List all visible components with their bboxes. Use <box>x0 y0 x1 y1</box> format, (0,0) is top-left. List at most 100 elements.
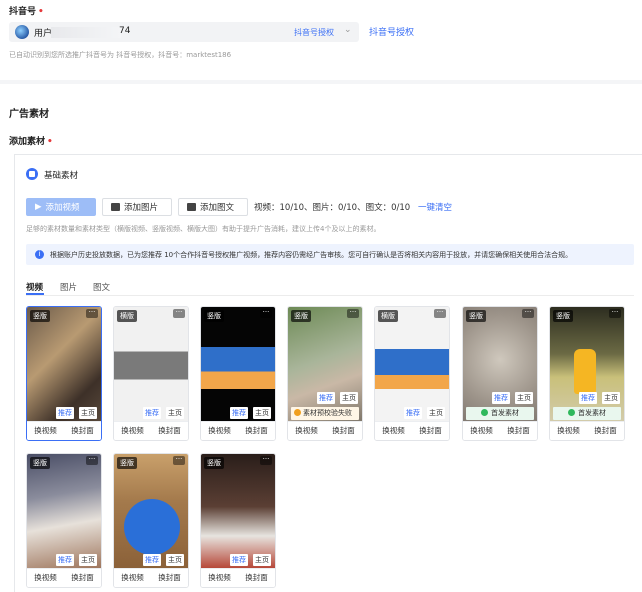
replace-video-button[interactable]: 换视频 <box>27 569 64 587</box>
orientation-badge: 横版 <box>378 310 398 322</box>
account-auth-tag: 抖音号授权 <box>294 28 334 37</box>
more-icon[interactable]: ··· <box>347 309 359 318</box>
replace-video-button[interactable]: 换视频 <box>114 422 151 440</box>
more-icon[interactable]: ··· <box>260 456 272 465</box>
card-actions: 换视频 换封面 <box>27 421 101 440</box>
account-name-redacted <box>51 27 121 38</box>
section-title: 广告素材 <box>9 109 49 120</box>
video-card[interactable]: 竖版 ··· 推荐 主页 换视频 换封面 <box>200 306 276 441</box>
home-tag: 主页 <box>79 554 97 566</box>
clear-all-link[interactable]: 一键清空 <box>418 201 452 213</box>
video-card[interactable]: 横版 ··· 推荐 主页 换视频 换封面 <box>113 306 189 441</box>
orientation-badge: 竖版 <box>204 310 224 322</box>
more-icon[interactable]: ··· <box>522 309 534 318</box>
home-tag: 主页 <box>427 407 445 419</box>
add-image-text-button[interactable]: 添加图文 <box>178 198 248 216</box>
recommend-notice: i 根据账户历史投放数据，已为您推荐 10个合作抖音号授权推广视频，推荐内容仍需… <box>26 244 634 265</box>
replace-cover-button[interactable]: 换封面 <box>325 422 362 440</box>
video-card[interactable]: 竖版 ··· 推荐 主页 换视频 换封面 <box>26 306 102 441</box>
more-icon[interactable]: ··· <box>86 309 98 318</box>
replace-cover-button[interactable]: 换封面 <box>500 422 537 440</box>
tab-image[interactable]: 图片 <box>60 281 77 293</box>
video-card[interactable]: 竖版 ··· 推荐 主页 首发素材 换视频 换封面 <box>462 306 538 441</box>
bottle-thumbnail-object <box>574 349 596 394</box>
recommend-tag: 推荐 <box>143 554 161 566</box>
first-release-status: 首发素材 <box>466 407 534 420</box>
add-material-label: 添加素材 • <box>9 137 53 147</box>
replace-video-button[interactable]: 换视频 <box>201 569 238 587</box>
replace-video-button[interactable]: 换视频 <box>201 422 238 440</box>
home-tag: 主页 <box>79 407 97 419</box>
video-card[interactable]: 竖版 ··· 推荐 主页 换视频 换封面 <box>26 453 102 588</box>
card-actions: 换视频 换封面 <box>201 568 275 587</box>
replace-video-button[interactable]: 换视频 <box>550 422 587 440</box>
plane-thumbnail-object <box>124 499 180 555</box>
material-hint: 足够的素材数量和素材类型（横版视频、竖版视频、横版大图）有助于提升广告消耗，建议… <box>26 225 381 233</box>
replace-video-button[interactable]: 换视频 <box>463 422 500 440</box>
precheck-failed-status: 素材预校验失败 <box>291 407 359 420</box>
video-card[interactable]: 竖版 ··· 推荐 主页 换视频 换封面 <box>200 453 276 588</box>
replace-cover-button[interactable]: 换封面 <box>412 422 449 440</box>
card-actions: 换视频 换封面 <box>550 421 624 440</box>
home-tag: 主页 <box>166 407 184 419</box>
card-actions: 换视频 换封面 <box>463 421 537 440</box>
video-card[interactable]: 竖版 ··· 推荐 主页 素材预校验失败 换视频 换封面 <box>287 306 363 441</box>
replace-cover-button[interactable]: 换封面 <box>64 422 101 440</box>
card-actions: 换视频 换封面 <box>114 421 188 440</box>
first-release-status: 首发素材 <box>553 407 621 420</box>
orientation-badge: 竖版 <box>30 457 50 469</box>
recommend-tag: 推荐 <box>56 407 74 419</box>
folder-icon <box>187 203 196 211</box>
tabs-divider <box>26 295 634 296</box>
card-actions: 换视频 换封面 <box>27 568 101 587</box>
add-image-button[interactable]: 添加图片 <box>102 198 172 216</box>
tab-active-indicator <box>26 293 44 295</box>
add-video-button[interactable]: ▶ 添加视频 <box>26 198 96 216</box>
orientation-badge: 竖版 <box>553 310 573 322</box>
orientation-badge: 竖版 <box>117 457 137 469</box>
account-name-suffix: 74 <box>119 26 131 36</box>
orientation-badge: 竖版 <box>291 310 311 322</box>
video-card[interactable]: 竖版 ··· 推荐 主页 首发素材 换视频 换封面 <box>549 306 625 441</box>
video-card[interactable]: 竖版 ··· 推荐 主页 换视频 换封面 <box>113 453 189 588</box>
recommend-tag: 推荐 <box>230 407 248 419</box>
tab-video[interactable]: 视频 <box>26 281 43 293</box>
home-tag: 主页 <box>515 392 533 404</box>
recommend-tag: 推荐 <box>143 407 161 419</box>
video-card[interactable]: 横版 ··· 推荐 主页 换视频 换封面 <box>374 306 450 441</box>
account-hint: 已自动识别到您所选推广抖音号为 抖音号授权，抖音号：marktest186 <box>9 51 232 59</box>
recommend-tag: 推荐 <box>230 554 248 566</box>
replace-cover-button[interactable]: 换封面 <box>587 422 624 440</box>
more-icon[interactable]: ··· <box>86 456 98 465</box>
card-actions: 换视频 换封面 <box>288 421 362 440</box>
recommend-tag: 推荐 <box>317 392 335 404</box>
replace-cover-button[interactable]: 换封面 <box>151 422 188 440</box>
recommend-tag: 推荐 <box>492 392 510 404</box>
more-icon[interactable]: ··· <box>173 309 185 318</box>
more-icon[interactable]: ··· <box>609 309 621 318</box>
home-tag: 主页 <box>602 392 620 404</box>
account-name-prefix: 用户 <box>34 29 53 39</box>
douyin-account-label: 抖音号 • <box>9 7 44 17</box>
warning-icon <box>294 409 301 416</box>
replace-cover-button[interactable]: 换封面 <box>64 569 101 587</box>
douyin-auth-link[interactable]: 抖音号授权 <box>369 25 414 38</box>
home-tag: 主页 <box>166 554 184 566</box>
chevron-down-icon[interactable]: ⌄ <box>344 25 352 35</box>
card-actions: 换视频 换封面 <box>375 421 449 440</box>
replace-cover-button[interactable]: 换封面 <box>238 422 275 440</box>
replace-video-button[interactable]: 换视频 <box>375 422 412 440</box>
more-icon[interactable]: ··· <box>434 309 446 318</box>
recommend-tag: 推荐 <box>56 554 74 566</box>
replace-cover-button[interactable]: 换封面 <box>151 569 188 587</box>
home-tag: 主页 <box>253 407 271 419</box>
replace-video-button[interactable]: 换视频 <box>114 569 151 587</box>
check-icon <box>481 409 488 416</box>
more-icon[interactable]: ··· <box>260 309 272 318</box>
tab-image-text[interactable]: 图文 <box>93 281 110 293</box>
douyin-account-select[interactable]: 用户 74 抖音号授权 ⌄ <box>9 22 359 42</box>
replace-video-button[interactable]: 换视频 <box>288 422 325 440</box>
more-icon[interactable]: ··· <box>173 456 185 465</box>
replace-video-button[interactable]: 换视频 <box>27 422 64 440</box>
replace-cover-button[interactable]: 换封面 <box>238 569 275 587</box>
